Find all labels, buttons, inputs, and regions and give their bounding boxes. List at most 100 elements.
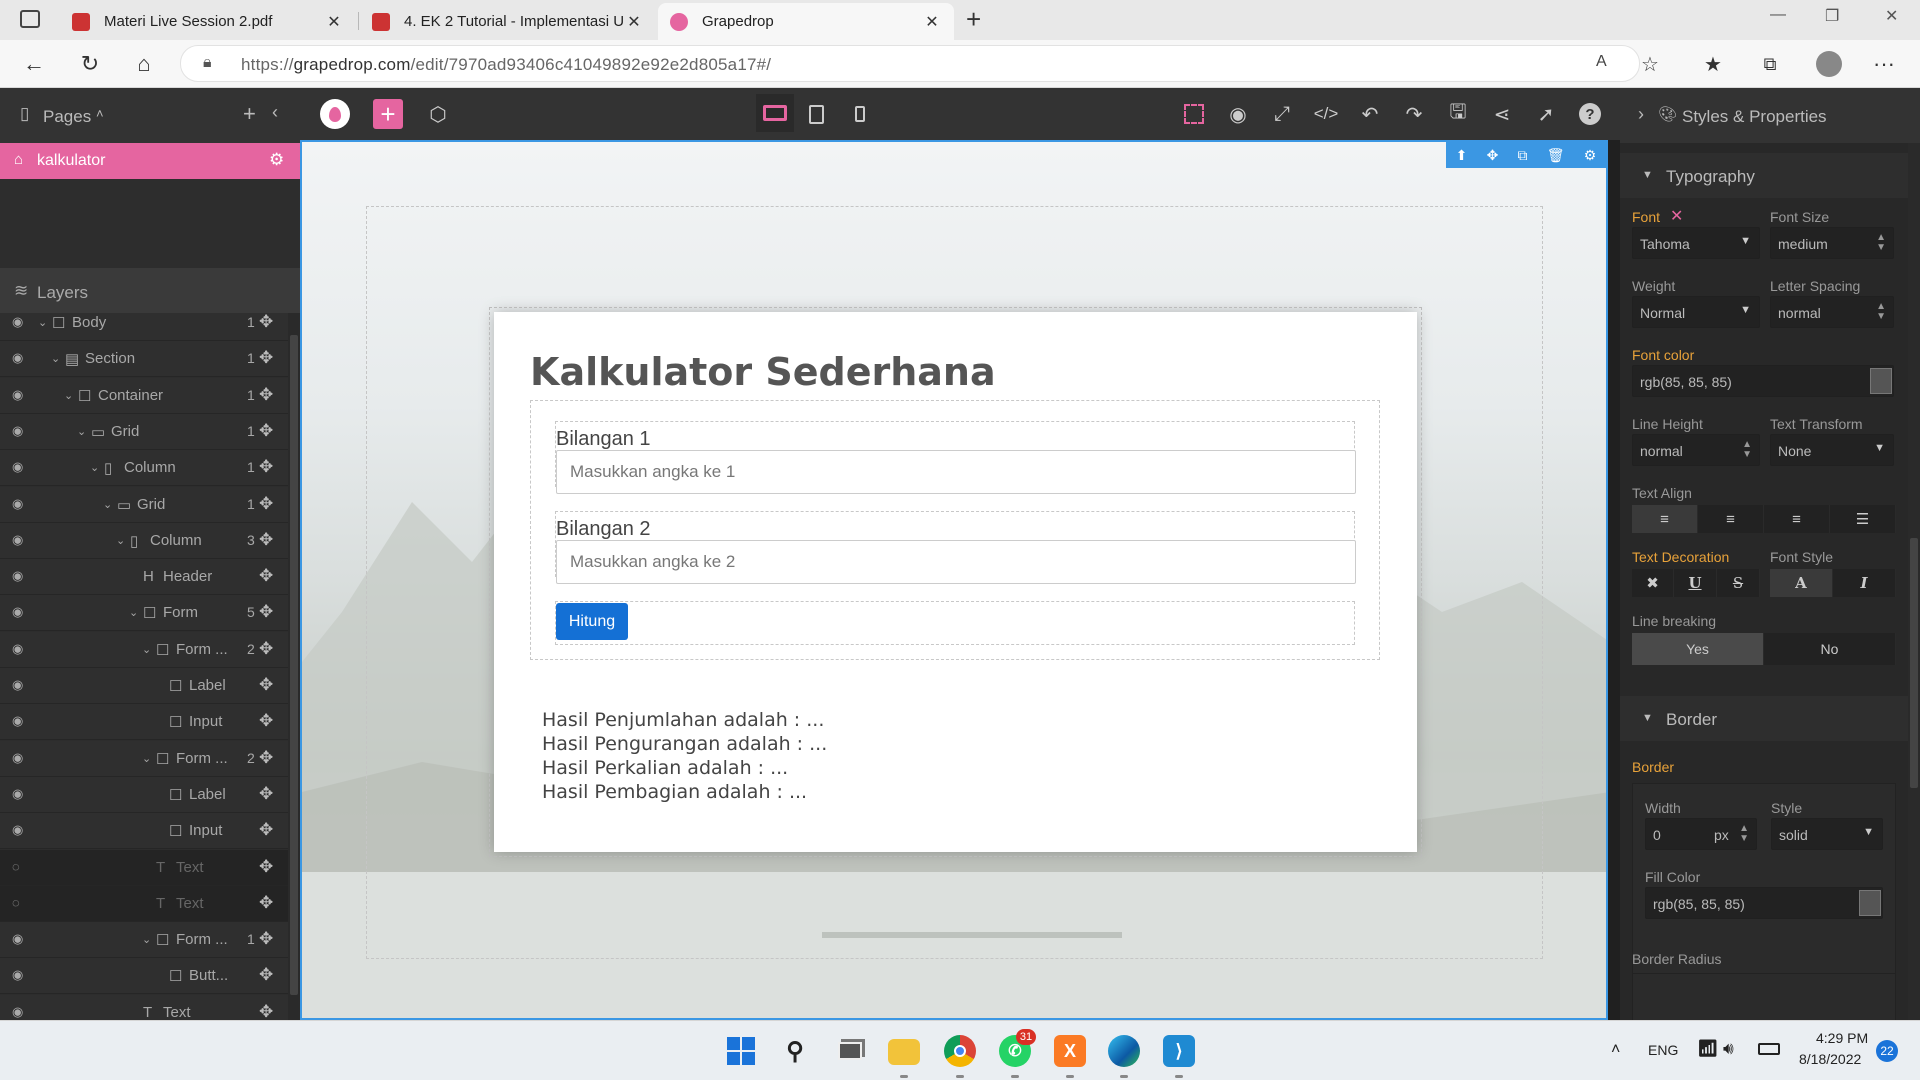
layer-row[interactable]: ◉ ⌄ ☐ Body 1 ✥ <box>0 313 288 341</box>
align-center-icon[interactable]: ≡ <box>1698 505 1764 533</box>
eye-icon[interactable]: ◉ <box>12 677 28 693</box>
move-icon[interactable]: ✥ <box>259 530 273 550</box>
more-menu-icon[interactable]: ··· <box>1866 46 1902 82</box>
fullscreen-icon[interactable]: ⤢ <box>1266 98 1298 130</box>
layer-row[interactable]: ◉ ☐ Input ✥ <box>0 704 288 741</box>
collections-icon[interactable]: ⧉ <box>1752 46 1788 82</box>
clone-icon[interactable]: ⧉ <box>1518 147 1528 164</box>
close-window-icon[interactable]: ✕ <box>1885 6 1898 26</box>
move-icon[interactable]: ✥ <box>259 313 273 332</box>
caret-down-icon[interactable]: ⌄ <box>51 352 60 365</box>
fill-color-swatch[interactable] <box>1859 890 1881 916</box>
page-title[interactable]: Kalkulator Sederhana <box>530 350 996 394</box>
move-icon[interactable]: ✥ <box>259 385 273 405</box>
eye-icon[interactable]: ◉ <box>12 641 28 657</box>
font-color-swatch[interactable] <box>1870 368 1892 394</box>
caret-down-icon[interactable]: ⌄ <box>77 425 86 438</box>
notification-badge[interactable]: 22 <box>1876 1040 1898 1062</box>
wifi-icon[interactable]: 📶︎ <box>1697 1039 1719 1059</box>
line-breaking-yes[interactable]: Yes <box>1632 633 1764 665</box>
hitung-button[interactable]: Hitung <box>556 603 628 640</box>
eye-icon[interactable]: ◉ <box>12 568 28 584</box>
calculator-card[interactable]: Kalkulator Sederhana Bilangan 1 Masukkan… <box>489 307 1422 857</box>
text-transform-select[interactable]: None ▼ <box>1770 434 1894 466</box>
layer-row[interactable]: ◉ ☐ Label ✥ <box>0 776 288 813</box>
move-icon[interactable]: ✥ <box>259 820 273 840</box>
underline-icon[interactable]: U <box>1674 569 1717 597</box>
minimize-icon[interactable]: — <box>1770 6 1786 24</box>
eye-icon[interactable]: ◉ <box>12 822 28 838</box>
clear-font-icon[interactable]: ✕ <box>1670 206 1683 226</box>
clock-date[interactable]: 8/18/2022 <box>1799 1051 1861 1067</box>
task-view-icon[interactable] <box>834 1035 866 1067</box>
layer-row[interactable]: ◉ ⌄ ☐ Form ... 2 ✥ <box>0 631 288 668</box>
eye-icon[interactable]: ◉ <box>12 713 28 729</box>
font-style-italic-icon[interactable]: I <box>1833 569 1896 597</box>
move-icon[interactable]: ✥ <box>1487 147 1499 164</box>
fill-color-input[interactable]: rgb(85, 85, 85) <box>1645 887 1883 919</box>
clock-time[interactable]: 4:29 PM <box>1816 1030 1868 1046</box>
close-icon[interactable]: ✕ <box>624 12 644 32</box>
decoration-none-icon[interactable]: ✖ <box>1632 569 1674 597</box>
xampp-icon[interactable]: X <box>1054 1035 1086 1067</box>
save-icon[interactable]: 🖫︎ <box>1442 98 1474 130</box>
label-bilangan-2[interactable]: Bilangan 2 <box>556 518 651 541</box>
layer-row[interactable]: ◉ ⌄ ☐ Form ... 2 ✥ <box>0 740 288 777</box>
profile-avatar[interactable] <box>1816 51 1842 77</box>
eye-icon[interactable]: ◉ <box>12 459 28 475</box>
input-bilangan-2[interactable]: Masukkan angka ke 2 <box>556 540 1356 584</box>
favorites-icon[interactable]: ★ <box>1695 46 1731 82</box>
layer-row[interactable]: ◌ T Text ✥ <box>0 885 288 922</box>
add-page-icon[interactable]: + <box>243 101 256 127</box>
add-block-button[interactable]: + <box>373 99 403 129</box>
share-icon[interactable]: ⋖ <box>1486 98 1518 130</box>
tab-grapedrop[interactable]: Grapedrop ✕ <box>658 3 954 40</box>
move-icon[interactable]: ✥ <box>259 494 273 514</box>
show-hidden-icons-icon[interactable]: ˄ <box>1611 1041 1620 1059</box>
undo-icon[interactable]: ↶ <box>1354 98 1386 130</box>
layer-row[interactable]: ◉ T Text ✥ <box>0 994 288 1020</box>
move-icon[interactable]: ✥ <box>259 748 273 768</box>
grapedrop-logo[interactable] <box>320 99 350 129</box>
lock-icon[interactable]: 🔒︎ <box>203 54 212 72</box>
caret-down-icon[interactable]: ⌄ <box>142 933 151 946</box>
code-view-icon[interactable]: </> <box>1310 98 1342 130</box>
home-icon[interactable]: ⌂ <box>126 46 162 82</box>
file-explorer-icon[interactable] <box>888 1039 920 1065</box>
eye-icon[interactable]: ◉ <box>12 604 28 620</box>
font-size-input[interactable]: medium ▲ ▼ <box>1770 227 1894 259</box>
move-icon[interactable]: ✥ <box>259 639 273 659</box>
layer-row[interactable]: ◉ ☐ Butt... ✥ <box>0 958 288 995</box>
caret-down-icon[interactable]: ⌄ <box>90 461 99 474</box>
caret-down-icon[interactable]: ⌄ <box>129 606 138 619</box>
back-icon[interactable]: ← <box>16 46 52 82</box>
editor-canvas[interactable]: ⬆ ✥ ⧉ 🗑︎ ⚙ Kalkulator Sederhana Bilangan… <box>300 140 1608 1020</box>
layer-row[interactable]: ◉ ⌄ ▭ Grid 1 ✥ <box>0 413 288 450</box>
move-icon[interactable]: ✥ <box>259 711 273 731</box>
border-section-header[interactable]: ▼ Border <box>1620 696 1908 741</box>
form-group-bilangan-2[interactable]: Bilangan 2 Masukkan angka ke 2 <box>555 511 1356 584</box>
search-icon[interactable]: ⚲ <box>779 1035 811 1067</box>
layers-scrollbar[interactable] <box>288 313 300 1020</box>
redo-icon[interactable]: ↷ <box>1398 98 1430 130</box>
close-icon[interactable]: ✕ <box>324 12 344 32</box>
caret-down-icon[interactable]: ⌄ <box>142 752 151 765</box>
chevron-right-icon[interactable]: › <box>1638 104 1644 125</box>
add-favorite-icon[interactable]: ☆ <box>1632 46 1668 82</box>
chevron-up-icon[interactable]: ˄ <box>96 106 104 121</box>
move-icon[interactable]: ✥ <box>259 457 273 477</box>
collapse-panel-icon[interactable]: ‹ <box>272 102 278 123</box>
align-justify-icon[interactable]: ☰ <box>1830 505 1896 533</box>
eye-icon[interactable]: ◉ <box>12 1004 28 1020</box>
settings-icon[interactable]: ⚙ <box>1584 147 1597 164</box>
volume-icon[interactable]: 🔊︎ <box>1723 1039 1734 1059</box>
page-item-kalkulator[interactable]: ⌂ kalkulator ⚙ <box>0 143 300 179</box>
preview-eye-icon[interactable]: ◉ <box>1222 98 1254 130</box>
move-icon[interactable]: ✥ <box>259 893 273 913</box>
eye-off-icon[interactable]: ◌ <box>12 859 28 874</box>
delete-icon[interactable]: 🗑︎ <box>1547 147 1565 164</box>
move-icon[interactable]: ✥ <box>259 602 273 622</box>
line-breaking-no[interactable]: No <box>1764 633 1896 665</box>
results-text[interactable]: Hasil Penjumlahan adalah : ... Hasil Pen… <box>542 708 827 804</box>
caret-down-icon[interactable]: ⌄ <box>116 534 125 547</box>
